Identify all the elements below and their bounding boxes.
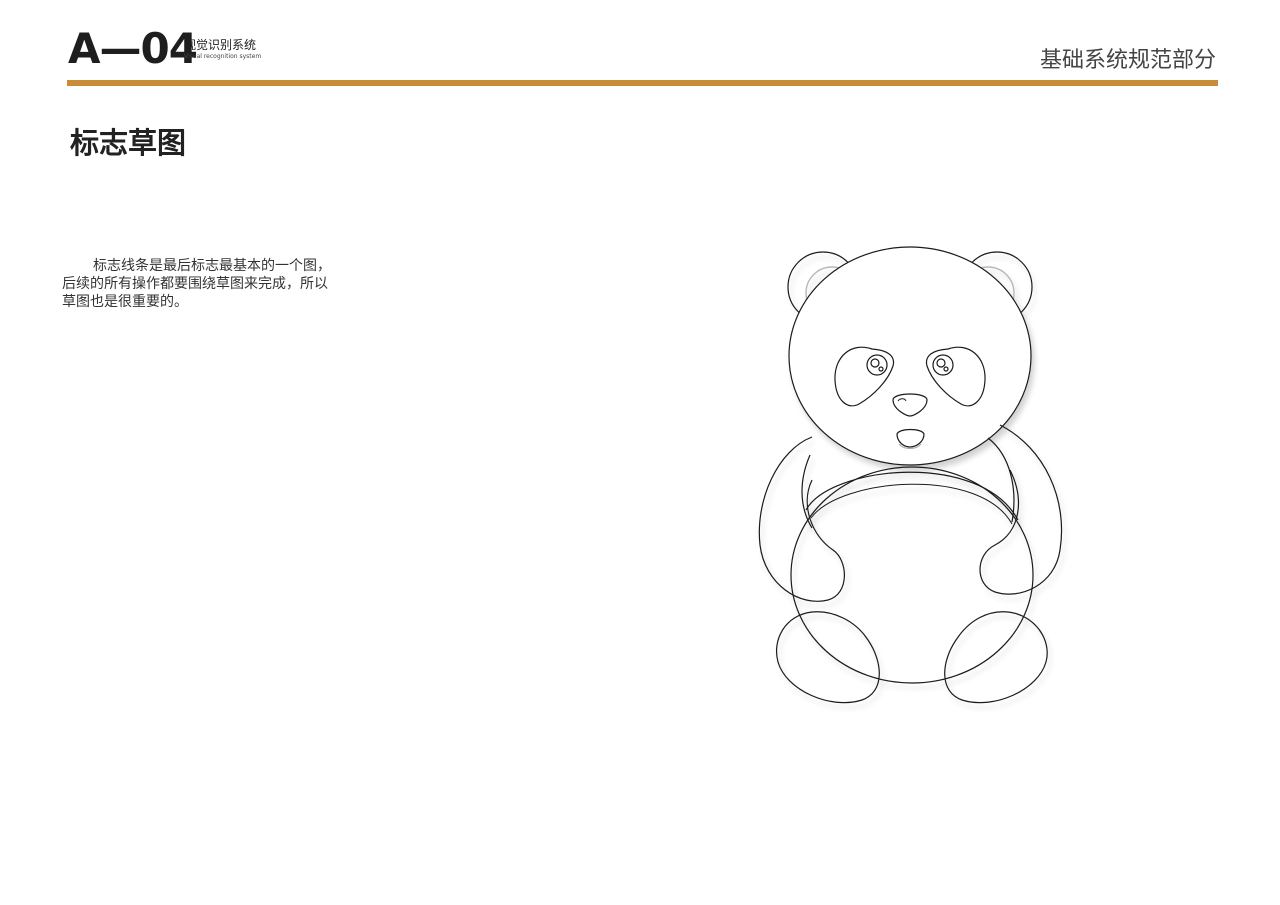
description-line-1: 标志线条是最后标志最基本的一个图， — [93, 258, 331, 274]
right-leg — [944, 611, 1048, 704]
system-name-en: Visual recognition system — [184, 53, 262, 60]
header-rule — [67, 80, 1218, 86]
panda-body — [790, 466, 1034, 684]
page-title: 标志草图 — [70, 126, 187, 160]
panda-head — [788, 246, 1032, 466]
belly-band — [805, 471, 1019, 521]
panda-sketch — [758, 246, 1063, 704]
section-title: 基础系统规范部分 — [1039, 48, 1216, 73]
left-leg — [776, 611, 880, 704]
description-text: 标志线条是最后标志最基本的一个图， 后续的所有操作都要围绕草图来完成，所以 草图… — [62, 257, 372, 311]
description-line-3: 草图也是很重要的。 — [62, 294, 188, 310]
description-line-2: 后续的所有操作都要围绕草图来完成，所以 — [62, 276, 328, 292]
right-arm — [979, 424, 1063, 595]
left-arm — [758, 436, 845, 602]
system-name-cn: 视觉识别系统 — [184, 38, 257, 52]
page-code: A—04 — [68, 24, 198, 73]
